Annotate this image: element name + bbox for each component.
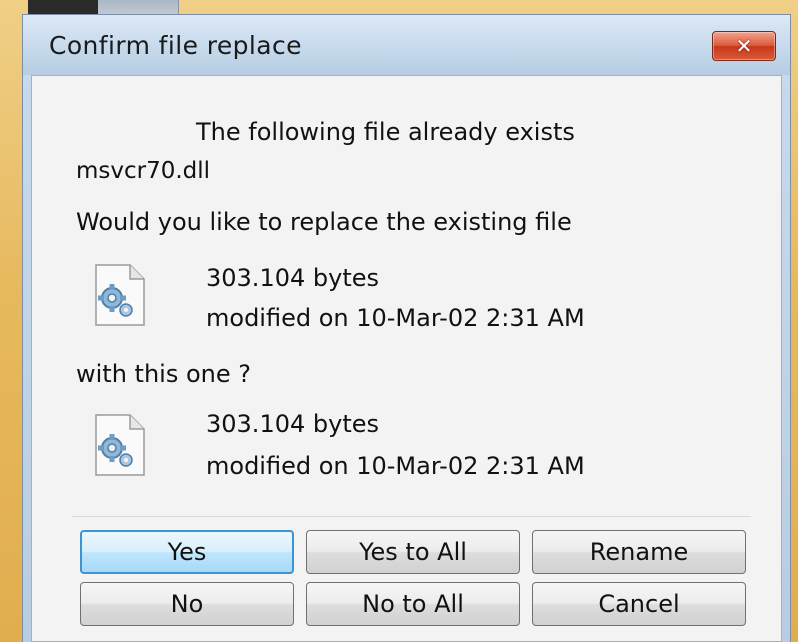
with-this-one-label: with this one ? xyxy=(76,360,251,388)
yes-to-all-button[interactable]: Yes to All xyxy=(306,530,520,574)
dialog-title: Confirm file replace xyxy=(49,31,302,60)
rename-button[interactable]: Rename xyxy=(532,530,746,574)
yes-button[interactable]: Yes xyxy=(80,530,294,574)
dialog-content: The following file already exists msvcr7… xyxy=(31,75,782,642)
no-to-all-button[interactable]: No to All xyxy=(306,582,520,626)
no-button[interactable]: No xyxy=(80,582,294,626)
replace-question: Would you like to replace the existing f… xyxy=(76,208,572,236)
exists-heading: The following file already exists xyxy=(196,118,575,146)
new-file-modified: modified on 10-Mar-02 2:31 AM xyxy=(206,452,585,480)
title-bar[interactable]: Confirm file replace ✕ xyxy=(23,15,790,75)
new-file-size: 303.104 bytes xyxy=(206,410,379,438)
close-button[interactable]: ✕ xyxy=(712,31,776,61)
file-name: msvcr70.dll xyxy=(76,158,211,184)
new-file-settings-icon xyxy=(95,414,145,476)
cancel-button[interactable]: Cancel xyxy=(532,582,746,626)
close-icon: ✕ xyxy=(735,34,753,58)
existing-file-size: 303.104 bytes xyxy=(206,264,379,292)
existing-file-settings-icon xyxy=(95,264,145,326)
confirm-file-replace-dialog: Confirm file replace ✕ The following fil… xyxy=(22,14,791,642)
button-separator xyxy=(72,516,751,517)
existing-file-modified: modified on 10-Mar-02 2:31 AM xyxy=(206,304,585,332)
